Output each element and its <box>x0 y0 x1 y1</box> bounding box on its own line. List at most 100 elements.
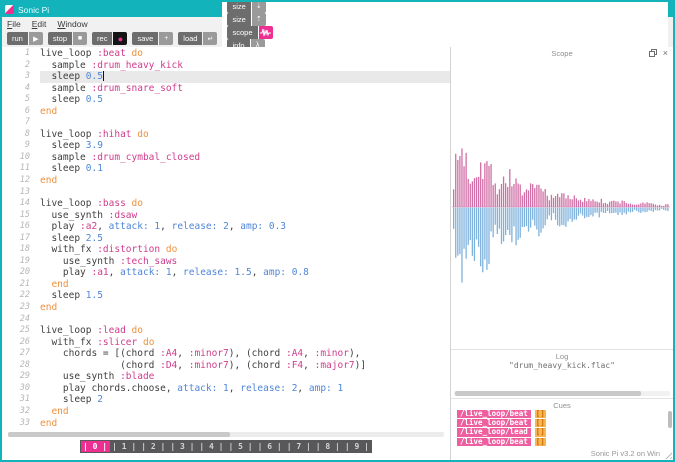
code-line[interactable]: 29 use_synth :blade <box>2 371 450 383</box>
buffer-tab-5[interactable]: | 5 | <box>226 441 255 452</box>
close-panel-icon[interactable]: × <box>663 48 668 57</box>
code-line-text[interactable]: live_loop :beat do <box>40 48 450 60</box>
code-line[interactable]: 16 play :a2, attack: 1, release: 2, amp:… <box>2 221 450 233</box>
code-line[interactable]: 26 with_fx :slicer do <box>2 337 450 349</box>
run-button[interactable]: run ▶ <box>7 32 43 45</box>
code-line-text[interactable]: live_loop :lead do <box>40 325 450 337</box>
code-line-text[interactable] <box>40 314 450 326</box>
code-line[interactable]: 32 end <box>2 406 450 418</box>
code-line-text[interactable]: live_loop :hihat do <box>40 129 450 141</box>
code-line-text[interactable]: sample :drum_heavy_kick <box>40 60 450 72</box>
resize-grip[interactable] <box>663 450 672 459</box>
code-line-text[interactable]: use_synth :tech_saws <box>40 256 450 268</box>
menu-item-edit[interactable]: Edit <box>32 19 47 29</box>
code-line-text[interactable]: end <box>40 106 450 118</box>
code-line[interactable]: 28 (chord :D4, :minor7), (chord :F4, :ma… <box>2 360 450 372</box>
code-line-text[interactable]: sleep 3.9 <box>40 140 450 152</box>
buffer-tab-3[interactable]: | 3 | <box>168 441 197 452</box>
code-line[interactable]: 23 end <box>2 302 450 314</box>
code-editor[interactable]: 1 live_loop :beat do 2 sample :drum_heavy_… <box>2 47 451 460</box>
code-line[interactable]: 13 <box>2 187 450 199</box>
size-down-button[interactable]: size ⇣ <box>227 2 668 13</box>
code-line[interactable]: 18 with_fx :distortion do <box>2 244 450 256</box>
code-line[interactable]: 5 sleep 0.5 <box>2 94 450 106</box>
code-line[interactable]: 22 sleep 1.5 <box>2 290 450 302</box>
editor-horizontal-scrollbar[interactable] <box>8 432 444 437</box>
code-line-text[interactable]: sample :drum_cymbal_closed <box>40 152 450 164</box>
code-line-text[interactable]: chords = [(chord :A4, :minor7), (chord :… <box>40 348 450 360</box>
code-line[interactable]: 7 <box>2 117 450 129</box>
code-line-text[interactable]: (chord :D4, :minor7), (chord :F4, :major… <box>40 360 450 372</box>
menu-item-window[interactable]: Window <box>57 19 87 29</box>
code-line[interactable]: 8 live_loop :hihat do <box>2 129 450 141</box>
code-line[interactable]: 6 end <box>2 106 450 118</box>
code-line-text[interactable]: with_fx :distortion do <box>40 244 450 256</box>
cues-vertical-scrollbar[interactable] <box>668 411 672 428</box>
code-line-text[interactable]: sample :drum_snare_soft <box>40 83 450 95</box>
code-line-text[interactable]: end <box>40 418 450 430</box>
buffer-tab-8[interactable]: | 8 | <box>313 441 342 452</box>
code-line-text[interactable]: end <box>40 302 450 314</box>
code-line[interactable]: 9 sleep 3.9 <box>2 140 450 152</box>
code-line[interactable]: 19 use_synth :tech_saws <box>2 256 450 268</box>
code-line-text[interactable]: end <box>40 279 450 291</box>
code-line-text[interactable]: sleep 0.5 <box>40 71 450 83</box>
code-line[interactable]: 2 sample :drum_heavy_kick <box>2 60 450 72</box>
code-line-text[interactable]: sleep 2.5 <box>40 233 450 245</box>
stop-button[interactable]: stop ■ <box>47 32 88 45</box>
code-line[interactable]: 24 <box>2 314 450 326</box>
code-line-text[interactable]: play chords.choose, attack: 1, release: … <box>40 383 450 395</box>
code-line[interactable]: 10 sample :drum_cymbal_closed <box>2 152 450 164</box>
load-button[interactable]: load ↵ <box>178 32 218 45</box>
code-line-text[interactable]: play :a1, attack: 1, release: 1.5, amp: … <box>40 267 450 279</box>
code-line-text[interactable] <box>40 117 450 129</box>
code-line[interactable]: 12 end <box>2 175 450 187</box>
float-panel-icon[interactable] <box>648 49 657 57</box>
scrollbar-thumb[interactable] <box>8 432 231 437</box>
menu-item-file[interactable]: File <box>7 19 21 29</box>
buffer-tab-9[interactable]: | 9 | <box>342 441 371 452</box>
code-line[interactable]: 1 live_loop :beat do <box>2 48 450 60</box>
code-line-text[interactable]: use_synth :dsaw <box>40 210 450 222</box>
cue-name: /live_loop/beat <box>457 437 531 446</box>
buffer-tab-2[interactable]: | 2 | <box>139 441 168 452</box>
code-line[interactable]: 33 end <box>2 418 450 430</box>
code-line-text[interactable]: end <box>40 406 450 418</box>
code-line-text[interactable] <box>40 187 450 199</box>
code-line[interactable]: 27 chords = [(chord :A4, :minor7), (chor… <box>2 348 450 360</box>
code-line-text[interactable]: with_fx :slicer do <box>40 337 450 349</box>
code-line-text[interactable]: end <box>40 175 450 187</box>
rec-button[interactable]: rec ● <box>92 32 128 45</box>
code-line[interactable]: 15 use_synth :dsaw <box>2 210 450 222</box>
line-number: 14 <box>19 198 30 209</box>
scope-button[interactable]: scope <box>227 25 668 39</box>
code-line-text[interactable]: play :a2, attack: 1, release: 2, amp: 0.… <box>40 221 450 233</box>
log-horizontal-scrollbar[interactable] <box>454 391 670 396</box>
code-line[interactable]: 30 play chords.choose, attack: 1, releas… <box>2 383 450 395</box>
code-line-text[interactable]: use_synth :blade <box>40 371 450 383</box>
size-up-button[interactable]: size ⇡ <box>227 12 668 26</box>
code-line[interactable]: 4 sample :drum_snare_soft <box>2 83 450 95</box>
buffer-tab-6[interactable]: | 6 | <box>255 441 284 452</box>
code-line-text[interactable]: sleep 1.5 <box>40 290 450 302</box>
code-line-text[interactable]: sleep 0.5 <box>40 94 450 106</box>
code-line[interactable]: 11 sleep 0.1 <box>2 163 450 175</box>
code-line[interactable]: 21 end <box>2 279 450 291</box>
scope-icon <box>258 25 273 39</box>
buffer-tab-7[interactable]: | 7 | <box>284 441 313 452</box>
buffer-tab-4[interactable]: | 4 | <box>197 441 226 452</box>
code-line[interactable]: 20 play :a1, attack: 1, release: 1.5, am… <box>2 267 450 279</box>
buffer-tab-1[interactable]: | 1 | <box>110 441 139 452</box>
code-buffer[interactable]: 1 live_loop :beat do 2 sample :drum_heavy_… <box>2 47 450 429</box>
buffer-tab-0[interactable]: | 0 | <box>80 441 110 452</box>
code-line[interactable]: 25 live_loop :lead do <box>2 325 450 337</box>
code-line-text[interactable]: sleep 0.1 <box>40 163 450 175</box>
code-line[interactable]: 17 sleep 2.5 <box>2 233 450 245</box>
save-button[interactable]: save + <box>132 32 174 45</box>
code-line-text[interactable]: sleep 2 <box>40 394 450 406</box>
code-line[interactable]: 14 live_loop :bass do <box>2 198 450 210</box>
code-line[interactable]: 31 sleep 2 <box>2 394 450 406</box>
code-line-text[interactable]: live_loop :bass do <box>40 198 450 210</box>
code-line[interactable]: 3 sleep 0.5 <box>2 71 450 83</box>
scrollbar-thumb[interactable] <box>455 391 641 396</box>
